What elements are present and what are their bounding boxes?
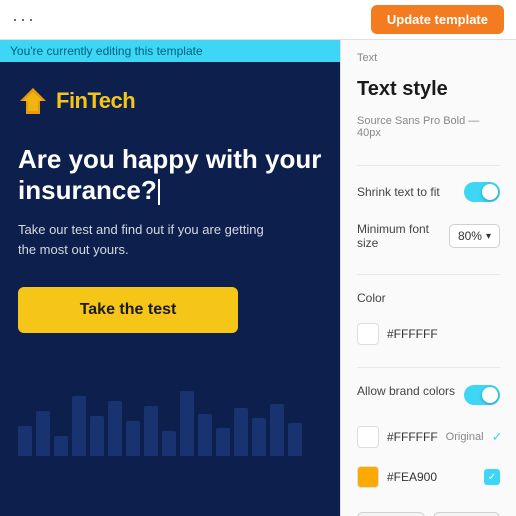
bg-bar <box>72 396 86 456</box>
lock-unlock-row: Lock Unlock <box>357 512 500 516</box>
brand-colors-row: Allow brand colors <box>357 384 500 406</box>
bg-bar <box>144 406 158 456</box>
min-font-row: Minimum font size 80% ▾ <box>357 222 500 250</box>
bg-bar <box>288 423 302 456</box>
shrink-row: Shrink text to fit <box>357 182 500 202</box>
bg-bar <box>270 404 284 456</box>
min-font-value: 80% <box>458 229 482 243</box>
min-font-label: Minimum font size <box>357 222 449 250</box>
color-swatch-white[interactable] <box>357 323 379 345</box>
bg-bar <box>54 436 68 456</box>
preview-content: FinTech Are you happy with your insuranc… <box>0 62 340 516</box>
brand-color-hex-1: #FFFFFF <box>387 430 438 444</box>
update-template-button[interactable]: Update template <box>371 5 504 34</box>
logo-fin: Fin <box>56 88 88 113</box>
allow-brand-label: Allow brand colors <box>357 384 455 398</box>
brand-colors-toggle[interactable] <box>464 385 500 405</box>
bg-bar <box>198 414 212 456</box>
panel-subtitle: Source Sans Pro Bold — 40px <box>357 115 500 139</box>
color-section-label: Color <box>357 291 500 305</box>
brand-swatch-gold[interactable] <box>357 466 379 488</box>
bg-bar <box>108 401 122 456</box>
min-font-select[interactable]: 80% ▾ <box>449 224 500 248</box>
shrink-label: Shrink text to fit <box>357 185 440 199</box>
bg-bar <box>90 416 104 456</box>
right-panel: Text Text style Source Sans Pro Bold — 4… <box>340 40 516 516</box>
divider-3 <box>357 367 500 368</box>
logo-text: FinTech <box>56 88 135 114</box>
shrink-toggle[interactable] <box>464 182 500 202</box>
text-cursor <box>158 179 160 205</box>
checkmark-icon: ✓ <box>492 429 503 445</box>
divider-2 <box>357 274 500 275</box>
chevron-down-icon: ▾ <box>486 231 491 242</box>
brand-swatch-white[interactable] <box>357 426 379 448</box>
toolbar: ··· Update template <box>0 0 516 40</box>
fintech-logo-icon <box>18 86 48 116</box>
subtext: Take our test and find out if you are ge… <box>18 220 278 259</box>
bg-bar <box>234 408 248 456</box>
panel-breadcrumb: Text <box>357 52 500 64</box>
toggle-knob <box>482 184 498 200</box>
brand-color-row-2: #FEA900 ✓ <box>357 466 500 488</box>
bg-bar <box>216 428 230 456</box>
logo-tech: Tech <box>88 88 136 113</box>
lock-button[interactable]: Lock <box>357 512 425 516</box>
headline-text: Are you happy with your insurance? <box>18 144 322 206</box>
brand-color-row-1: #FFFFFF Original ✓ <box>357 426 500 448</box>
editing-bar: You're currently editing this template <box>0 40 340 62</box>
bg-bars-decoration <box>0 376 340 456</box>
bg-bar <box>126 421 140 456</box>
divider-1 <box>357 165 500 166</box>
toggle-knob-2 <box>482 387 498 403</box>
panel-title: Text style <box>357 78 500 101</box>
main-layout: You're currently editing this template <box>0 40 516 516</box>
preview-pane: You're currently editing this template <box>0 40 340 516</box>
bg-bar <box>18 426 32 456</box>
bg-bar <box>180 391 194 456</box>
brand-color-hex-2: #FEA900 <box>387 470 476 484</box>
brand-color-checkbox[interactable]: ✓ <box>484 469 500 485</box>
bg-bar <box>252 418 266 456</box>
bg-bar <box>36 411 50 456</box>
original-tag: Original <box>446 431 484 443</box>
color-row-1: #FFFFFF <box>357 323 500 345</box>
unlock-button[interactable]: Unlock <box>433 512 501 516</box>
color-hex-1: #FFFFFF <box>387 327 500 341</box>
cta-button[interactable]: Take the test <box>18 287 238 333</box>
logo-area: FinTech <box>18 86 322 116</box>
more-options-icon[interactable]: ··· <box>12 9 36 30</box>
bg-bar <box>162 431 176 456</box>
